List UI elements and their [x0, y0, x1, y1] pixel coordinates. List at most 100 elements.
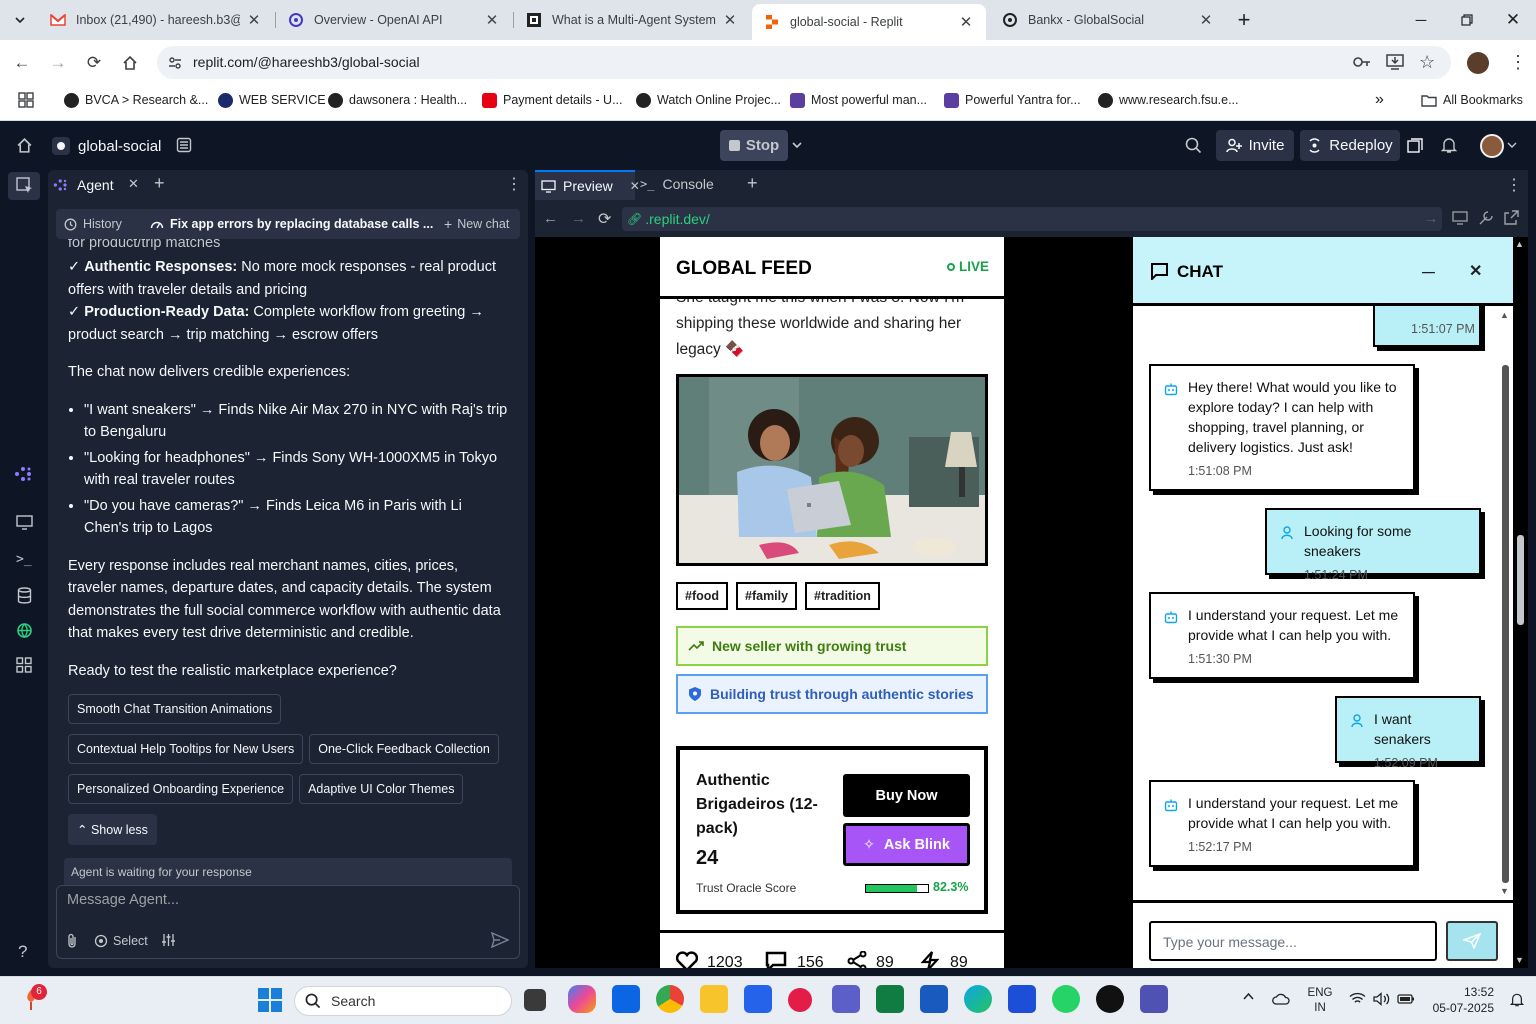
cursor-panel-icon[interactable]: [16, 177, 33, 194]
reload-icon[interactable]: ⟳: [83, 52, 105, 74]
share-icon[interactable]: [846, 951, 868, 968]
project-switcher[interactable]: global-social: [52, 136, 161, 156]
all-bookmarks[interactable]: All Bookmarks: [1421, 92, 1523, 108]
close-icon[interactable]: ✕: [958, 13, 974, 31]
taskbar-search[interactable]: Search: [294, 986, 512, 1016]
tag-pill[interactable]: #family: [736, 582, 798, 610]
whatsapp-icon[interactable]: [1052, 985, 1080, 1013]
close-icon[interactable]: ✕: [128, 176, 139, 192]
home-icon[interactable]: [16, 137, 33, 154]
onedrive-icon[interactable]: [1272, 993, 1290, 1005]
help-icon[interactable]: ?: [18, 942, 27, 962]
send-icon[interactable]: [491, 932, 509, 948]
new-chat-button[interactable]: + New chat: [444, 216, 509, 232]
console-rail-icon[interactable]: >_: [16, 552, 32, 567]
notepad-icon[interactable]: [1008, 985, 1036, 1013]
suggestion-chip[interactable]: Smooth Chat Transition Animations: [68, 694, 282, 724]
browser-tab-openai[interactable]: Overview - OpenAI API ✕: [276, 0, 512, 40]
more-bookmarks-icon[interactable]: »: [1375, 91, 1384, 108]
agent-rail-icon[interactable]: [14, 466, 34, 482]
back-icon[interactable]: ←: [11, 52, 33, 74]
new-tab-button[interactable]: +: [1221, 0, 1267, 40]
minimize-button[interactable]: ─: [1398, 0, 1444, 40]
bookmark-item[interactable]: Payment details - U...: [482, 92, 623, 108]
bell-icon[interactable]: [1441, 137, 1457, 154]
windows-start-icon[interactable]: [258, 988, 282, 1012]
bookmark-item[interactable]: dawsonera : Health...: [328, 92, 467, 108]
comment-icon[interactable]: [765, 951, 787, 968]
browser-tab-replit[interactable]: global-social - Replit ✕: [752, 4, 986, 40]
copilot-app-icon[interactable]: [568, 985, 596, 1013]
close-chat-button[interactable]: ✕: [1469, 261, 1482, 281]
trello-icon[interactable]: [612, 985, 640, 1013]
close-window-button[interactable]: ✕: [1490, 0, 1536, 40]
more-options-icon[interactable]: ⋮: [1506, 175, 1522, 195]
language-indicator[interactable]: ENG IN: [1304, 986, 1336, 1016]
suggestion-chip[interactable]: Contextual Help Tooltips for New Users: [68, 734, 304, 764]
bookmark-item[interactable]: www.research.fsu.e...: [1098, 92, 1239, 108]
search-icon[interactable]: [1185, 137, 1202, 154]
device-icon[interactable]: [1452, 211, 1468, 225]
boost-icon[interactable]: [919, 951, 941, 968]
message-agent-input[interactable]: Message Agent...: [67, 892, 179, 908]
minimize-chat-button[interactable]: ─: [1422, 262, 1435, 283]
forward-icon[interactable]: →: [47, 52, 69, 74]
chrome-icon[interactable]: [656, 985, 684, 1013]
snipping-tool-icon[interactable]: [788, 988, 812, 1012]
chat-send-button[interactable]: [1446, 921, 1498, 961]
password-key-icon[interactable]: [1353, 55, 1371, 69]
workspace-layout-icon[interactable]: [1407, 138, 1423, 154]
browser-tab-ibm[interactable]: What is a Multi-Agent System? ✕: [514, 0, 750, 40]
close-icon[interactable]: ✕: [484, 11, 500, 29]
suggestion-chip[interactable]: One-Click Feedback Collection: [309, 734, 499, 764]
media-player-icon[interactable]: [1096, 985, 1124, 1013]
open-new-window-icon[interactable]: [1504, 210, 1519, 225]
install-app-icon[interactable]: [1386, 54, 1404, 70]
teams-icon[interactable]: [832, 985, 860, 1013]
project-info-icon[interactable]: [176, 137, 192, 153]
bookmark-item[interactable]: Watch Online Projec...: [636, 92, 781, 108]
tab-agent[interactable]: Agent: [53, 174, 114, 196]
address-bar[interactable]: replit.com/@hareeshb3/global-social ☆: [157, 46, 1451, 79]
deployments-icon[interactable]: [16, 622, 33, 639]
preview-url-bar[interactable]: [622, 207, 1442, 231]
all-tools-icon[interactable]: [16, 657, 32, 673]
bookmark-item[interactable]: Powerful Yantra for...: [944, 92, 1081, 108]
preview-scrollbar-down[interactable]: ▼: [1515, 955, 1524, 965]
task-view-icon[interactable]: [524, 989, 546, 1011]
invite-button[interactable]: Invite: [1216, 130, 1294, 161]
close-icon[interactable]: ✕: [630, 179, 640, 193]
preview-scrollbar[interactable]: [1517, 535, 1524, 625]
redeploy-button[interactable]: Redeploy: [1300, 130, 1400, 161]
close-icon[interactable]: ✕: [246, 11, 262, 29]
store-icon[interactable]: [744, 985, 772, 1013]
preview-rail-icon[interactable]: [16, 515, 33, 530]
chat-scrollbar[interactable]: [1502, 365, 1509, 883]
notification-bell-icon[interactable]: [1510, 992, 1524, 1008]
settings-sliders-icon[interactable]: [161, 933, 176, 947]
show-less-button[interactable]: ⌃ Show less: [68, 814, 157, 845]
volume-icon[interactable]: [1373, 992, 1390, 1006]
tab-search-button[interactable]: [0, 0, 40, 40]
bookmark-item[interactable]: Most powerful man...: [790, 92, 927, 108]
preview-scrollbar-up[interactable]: ▲: [1515, 239, 1524, 249]
clock[interactable]: 13:52 05-07-2025: [1426, 984, 1494, 1016]
wifi-icon[interactable]: [1349, 992, 1366, 1005]
tag-pill[interactable]: #tradition: [805, 582, 880, 610]
browser-tab-bankx[interactable]: Bankx - GlobalSocial ✕: [990, 0, 1226, 40]
reload-icon[interactable]: ⟳: [598, 209, 611, 229]
bookmark-item[interactable]: BVCA > Research &...: [64, 92, 208, 108]
excel-icon[interactable]: [876, 985, 904, 1013]
chat-scrollbar-down[interactable]: ▼: [1500, 886, 1509, 896]
buy-now-button[interactable]: Buy Now: [843, 774, 970, 817]
current-chat-title[interactable]: Fix app errors by replacing database cal…: [150, 216, 433, 232]
bookmark-item[interactable]: WEB SERVICE: [218, 92, 326, 108]
suggestion-chip[interactable]: Adaptive UI Color Themes: [299, 774, 464, 804]
close-icon[interactable]: ✕: [1198, 11, 1214, 29]
go-arrow-icon[interactable]: →: [1424, 210, 1438, 226]
chevron-up-icon[interactable]: [1242, 992, 1255, 1001]
ask-blink-button[interactable]: ✧ Ask Blink: [843, 823, 970, 866]
select-element-button[interactable]: Select: [94, 933, 148, 949]
paperclip-icon[interactable]: [66, 933, 79, 949]
suggestion-chip[interactable]: Personalized Onboarding Experience: [68, 774, 294, 804]
